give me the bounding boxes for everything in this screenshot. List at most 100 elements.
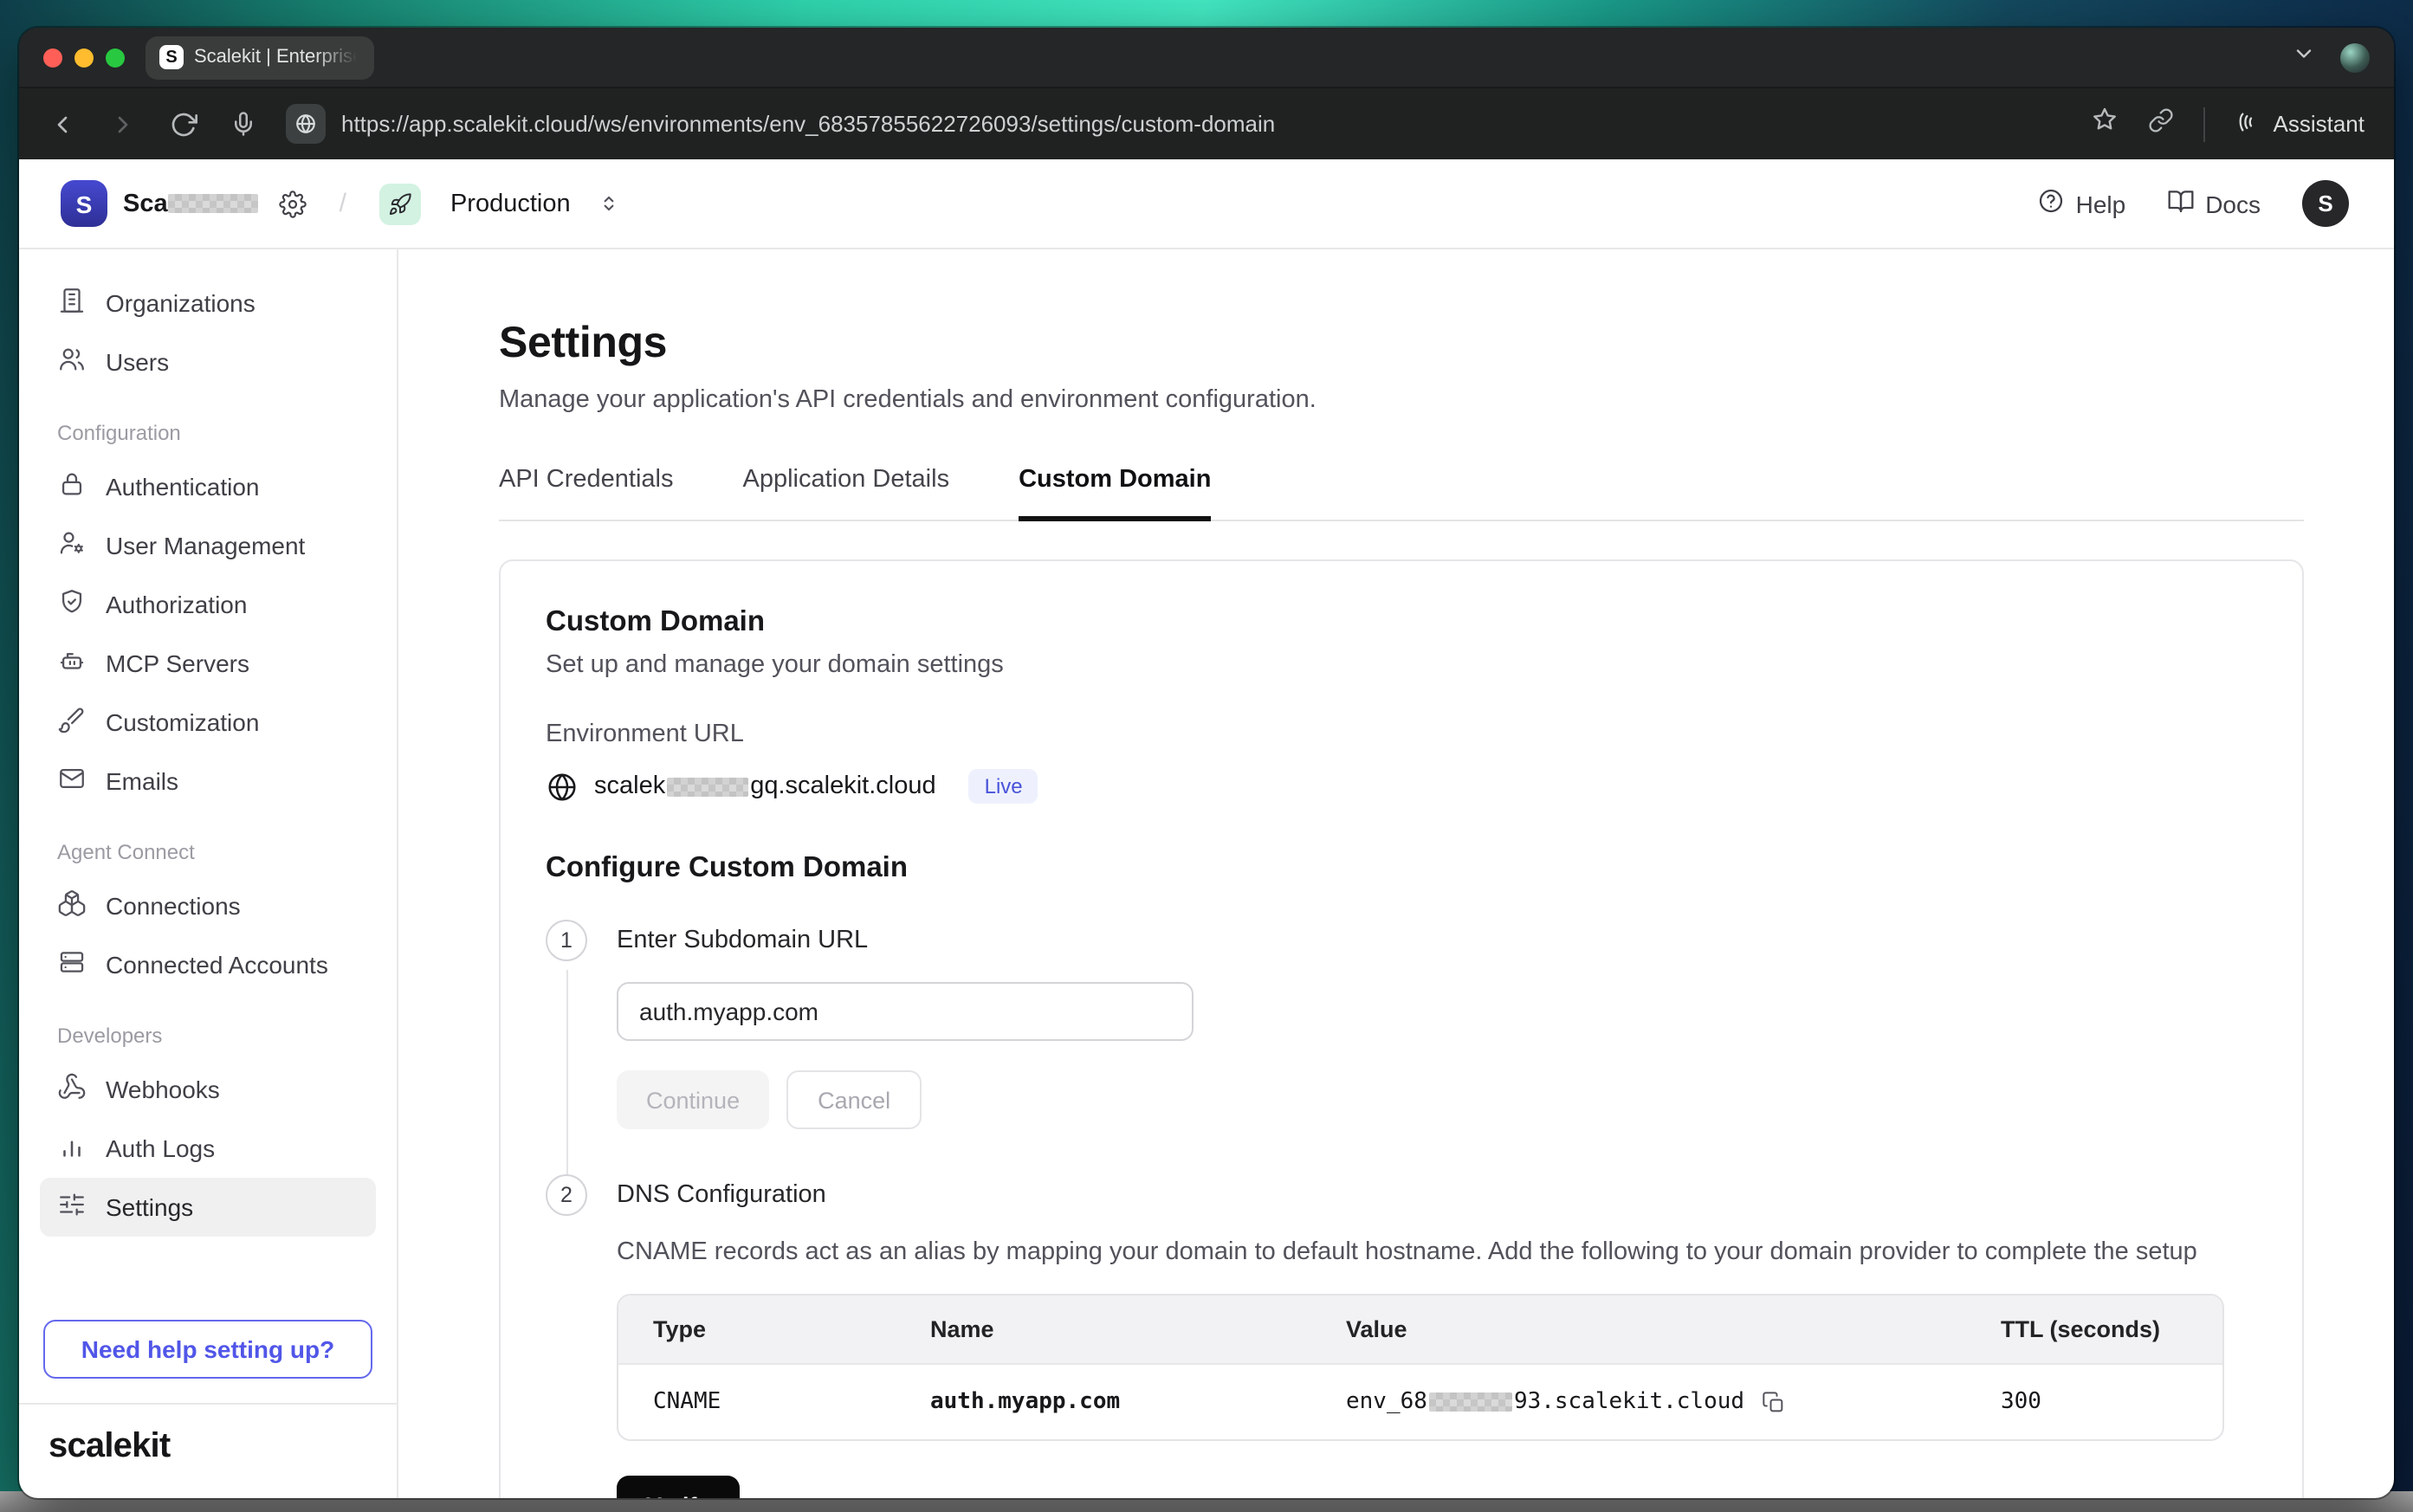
cell-name: auth.myapp.com <box>896 1365 1311 1439</box>
sidebar-item-auth-logs[interactable]: Auth Logs <box>40 1119 376 1178</box>
sidebar-footer: scalekit <box>19 1403 397 1498</box>
user-avatar[interactable]: S <box>2302 180 2349 227</box>
settings-tabs: API Credentials Application Details Cust… <box>499 466 2304 521</box>
column-header-ttl: TTL (seconds) <box>1966 1296 2222 1363</box>
sidebar-item-connections[interactable]: Connections <box>40 876 376 935</box>
help-circle-icon <box>2038 187 2066 220</box>
sidebar-item-label: Users <box>106 348 169 376</box>
cell-type: CNAME <box>618 1365 896 1439</box>
sliders-icon <box>57 1190 87 1224</box>
card-title: Custom Domain <box>546 606 2254 639</box>
step-1-number: 1 <box>546 920 587 961</box>
sidebar-section-agent-connect: Agent Connect <box>57 840 359 864</box>
continue-button[interactable]: Continue <box>617 1070 769 1129</box>
sidebar-item-label: Organizations <box>106 289 256 317</box>
breadcrumb-separator: / <box>340 189 346 218</box>
column-header-value: Value <box>1311 1296 1966 1363</box>
sidebar-section-developers: Developers <box>57 1024 359 1048</box>
assistant-button[interactable]: Assistant <box>2235 108 2365 139</box>
mail-icon <box>57 764 87 798</box>
sidebar-item-customization[interactable]: Customization <box>40 693 376 752</box>
window-controls <box>43 48 125 67</box>
scalekit-wordmark: scalekit <box>49 1427 170 1465</box>
sidebar-item-authentication[interactable]: Authentication <box>40 457 376 516</box>
tab-favicon: S <box>159 45 184 69</box>
sidebar-item-mcp-servers[interactable]: MCP Servers <box>40 634 376 693</box>
main-content: Settings Manage your application's API c… <box>398 249 2394 1498</box>
globe-icon <box>546 770 579 803</box>
sidebar-item-connected-accounts[interactable]: Connected Accounts <box>40 935 376 994</box>
cell-ttl: 300 <box>1966 1365 2222 1439</box>
sidebar-item-label: Settings <box>106 1193 193 1221</box>
reload-icon[interactable] <box>170 110 197 138</box>
rocket-icon <box>379 183 421 224</box>
site-globe-icon[interactable] <box>286 104 326 144</box>
browser-toolbar: https://app.scalekit.cloud/ws/environmen… <box>19 87 2394 159</box>
browser-tab[interactable]: S Scalekit | Enterprise Ready A <box>146 36 374 79</box>
sidebar-item-emails[interactable]: Emails <box>40 752 376 811</box>
sidebar-item-label: User Management <box>106 532 305 559</box>
sidebar-item-users[interactable]: Users <box>40 333 376 391</box>
dns-configuration-label: DNS Configuration <box>617 1174 2254 1216</box>
custom-domain-card: Custom Domain Set up and manage your dom… <box>499 559 2304 1498</box>
tab-custom-domain[interactable]: Custom Domain <box>1019 466 1211 521</box>
book-open-icon <box>2167 187 2195 220</box>
help-button[interactable]: Help <box>2038 187 2126 220</box>
docs-button[interactable]: Docs <box>2167 187 2261 220</box>
sidebar-section-configuration: Configuration <box>57 421 359 445</box>
app-header: S Sca / Production <box>19 159 2394 249</box>
assistant-icon <box>2235 108 2261 139</box>
tab-api-credentials[interactable]: API Credentials <box>499 466 674 520</box>
copy-icon[interactable] <box>1762 1390 1786 1414</box>
cell-value: env_6893.scalekit.cloud <box>1311 1365 1966 1439</box>
subdomain-url-label: Enter Subdomain URL <box>617 920 2254 961</box>
sidebar-item-webhooks[interactable]: Webhooks <box>40 1060 376 1119</box>
page-title: Settings <box>499 319 2304 369</box>
mic-icon[interactable] <box>230 111 256 137</box>
address-bar[interactable]: https://app.scalekit.cloud/ws/environmen… <box>341 111 2092 137</box>
cancel-button[interactable]: Cancel <box>786 1070 922 1129</box>
workspace-name[interactable]: Sca <box>123 190 258 217</box>
close-window-button[interactable] <box>43 48 62 67</box>
browser-titlebar: S Scalekit | Enterprise Ready A <box>19 28 2394 87</box>
redacted-text <box>168 193 258 212</box>
environment-url-value: scalekgq.scalekit.cloud <box>594 772 936 800</box>
back-icon[interactable] <box>49 110 76 138</box>
copy-link-icon[interactable] <box>2149 107 2175 141</box>
sidebar-item-label: Auth Logs <box>106 1134 215 1162</box>
help-label: Help <box>2076 190 2126 217</box>
chevron-down-icon[interactable] <box>2292 41 2316 74</box>
maximize-window-button[interactable] <box>106 48 125 67</box>
subdomain-input[interactable] <box>617 982 1194 1041</box>
live-status-badge: Live <box>969 769 1038 804</box>
sidebar: Organizations Users Configuration Authen… <box>19 249 398 1498</box>
tab-application-details[interactable]: Application Details <box>743 466 950 520</box>
dns-records-table: Type Name Value TTL (seconds) CNAME <box>617 1294 2224 1441</box>
docs-label: Docs <box>2205 190 2261 217</box>
browser-profile-avatar[interactable] <box>2340 42 2370 72</box>
step-connector-line <box>566 970 567 1174</box>
forward-icon[interactable] <box>109 110 137 138</box>
desktop: S Scalekit | Enterprise Ready A <box>0 0 2413 1512</box>
workspace-logo[interactable]: S <box>61 180 107 227</box>
need-help-button[interactable]: Need help setting up? <box>43 1320 372 1379</box>
environment-selector[interactable]: Production <box>450 190 571 217</box>
sidebar-item-user-management[interactable]: User Management <box>40 516 376 575</box>
redacted-text <box>667 777 748 796</box>
paintbrush-icon <box>57 705 87 740</box>
sidebar-item-authorization[interactable]: Authorization <box>40 575 376 634</box>
sidebar-item-settings[interactable]: Settings <box>40 1178 376 1237</box>
chevrons-up-down-icon[interactable] <box>598 192 621 215</box>
sidebar-item-label: Connections <box>106 892 241 920</box>
step-2: 2 DNS Configuration CNAME records act as… <box>546 1174 2254 1498</box>
bookmark-star-icon[interactable] <box>2092 106 2119 142</box>
browser-window: S Scalekit | Enterprise Ready A <box>19 28 2394 1498</box>
sidebar-item-label: Authentication <box>106 473 259 501</box>
workspace-settings-gear-icon[interactable] <box>279 190 307 217</box>
verify-button[interactable]: Verify <box>617 1476 740 1498</box>
dns-table-header: Type Name Value TTL (seconds) <box>618 1296 2222 1363</box>
sidebar-item-label: MCP Servers <box>106 649 249 677</box>
sidebar-item-organizations[interactable]: Organizations <box>40 274 376 333</box>
minimize-window-button[interactable] <box>74 48 94 67</box>
lock-icon <box>57 469 87 504</box>
